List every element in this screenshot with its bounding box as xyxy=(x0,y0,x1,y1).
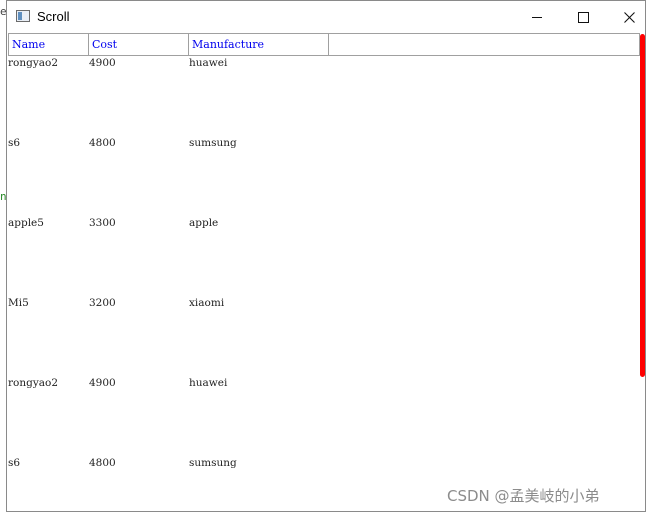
cell-manufacture: xiaomi xyxy=(189,297,225,309)
title-bar[interactable]: Scroll xyxy=(7,1,645,32)
window-app-icon[interactable] xyxy=(16,10,30,22)
cell-cost: 3200 xyxy=(89,297,116,309)
window-title: Scroll xyxy=(37,9,70,24)
table-row[interactable]: Mi5 3200 xiaomi xyxy=(8,297,628,377)
column-header-cost[interactable]: Cost xyxy=(89,34,189,55)
cell-manufacture: huawei xyxy=(189,377,228,389)
cell-cost: 4900 xyxy=(89,57,116,69)
column-header-empty[interactable] xyxy=(329,34,639,55)
table-row[interactable]: rongyao2 4900 huawei xyxy=(8,377,628,457)
maximize-button[interactable] xyxy=(560,1,606,32)
cell-manufacture: huawei xyxy=(189,57,228,69)
table-view[interactable]: Name Cost Manufacture rongyao2 4900 huaw… xyxy=(7,32,645,511)
cell-cost: 4900 xyxy=(89,377,116,389)
minimize-button[interactable] xyxy=(514,1,560,32)
cell-manufacture: sumsung xyxy=(189,457,237,469)
table-row[interactable]: apple5 3300 apple xyxy=(8,217,628,297)
cell-name: rongyao2 xyxy=(8,57,59,69)
cell-name: s6 xyxy=(8,137,21,149)
column-header-manufacture[interactable]: Manufacture xyxy=(189,34,329,55)
cell-cost: 4800 xyxy=(89,457,116,469)
minimize-icon xyxy=(532,17,542,18)
watermark-text: CSDN @孟美岐的小弟 xyxy=(447,487,600,505)
cell-manufacture: sumsung xyxy=(189,137,237,149)
cell-name: Mi5 xyxy=(8,297,29,309)
cell-cost: 4800 xyxy=(89,137,116,149)
table-row[interactable]: rongyao2 4900 huawei xyxy=(8,57,628,137)
cell-name: s6 xyxy=(8,457,21,469)
cell-name: apple5 xyxy=(8,217,44,229)
scroll-window: Scroll Name Cost Manufacture rongyao2 49… xyxy=(6,0,646,512)
close-icon xyxy=(623,12,635,23)
column-header-name[interactable]: Name xyxy=(9,34,89,55)
close-button[interactable] xyxy=(606,1,647,32)
scroll-indicator[interactable] xyxy=(640,34,645,377)
table-header: Name Cost Manufacture xyxy=(8,33,640,56)
cell-name: rongyao2 xyxy=(8,377,59,389)
cell-cost: 3300 xyxy=(89,217,116,229)
table-row[interactable]: s6 4800 sumsung xyxy=(8,137,628,217)
cell-manufacture: apple xyxy=(189,217,219,229)
maximize-icon xyxy=(577,12,589,23)
